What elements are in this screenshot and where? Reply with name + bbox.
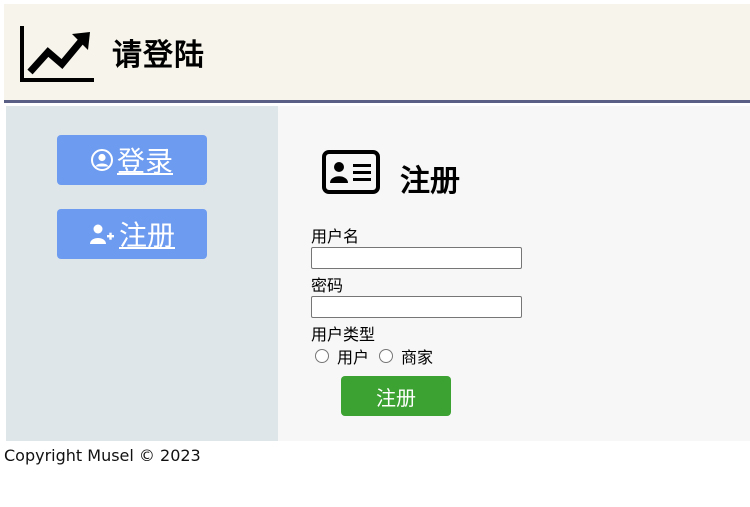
username-label: 用户名 xyxy=(311,227,360,246)
header-divider xyxy=(4,100,750,103)
password-field[interactable] xyxy=(311,296,522,318)
radio-merchant[interactable] xyxy=(379,349,394,363)
user-type-label: 用户类型 xyxy=(311,325,376,344)
sidebar: 登录 注册 xyxy=(6,106,278,441)
user-circle-icon xyxy=(90,149,113,171)
page-title: 请登陆 xyxy=(112,38,205,73)
password-label: 密码 xyxy=(311,276,344,295)
sidebar-item-login[interactable]: 登录 xyxy=(57,135,207,185)
username-field[interactable] xyxy=(311,247,522,269)
sidebar-item-register[interactable]: 注册 xyxy=(57,209,207,259)
radio-user[interactable] xyxy=(315,349,329,363)
register-submit-button[interactable]: 注册 xyxy=(341,376,451,416)
form-title: 注册 xyxy=(400,164,460,199)
id-card-icon xyxy=(322,150,380,194)
sidebar-item-label: 登录 xyxy=(116,145,173,178)
copyright-footer: Copyright Musel © 2023 xyxy=(4,446,201,465)
user-type-options: 用户 商家 xyxy=(315,346,443,367)
radio-user-label: 用户 xyxy=(337,348,370,367)
register-panel: 注册 用户名 密码 用户类型 用户 商家 注册 xyxy=(278,106,750,441)
sidebar-item-label: 注册 xyxy=(118,219,175,252)
chart-line-up-icon xyxy=(20,26,94,82)
radio-merchant-label: 商家 xyxy=(401,348,434,367)
user-plus-icon xyxy=(89,224,114,244)
